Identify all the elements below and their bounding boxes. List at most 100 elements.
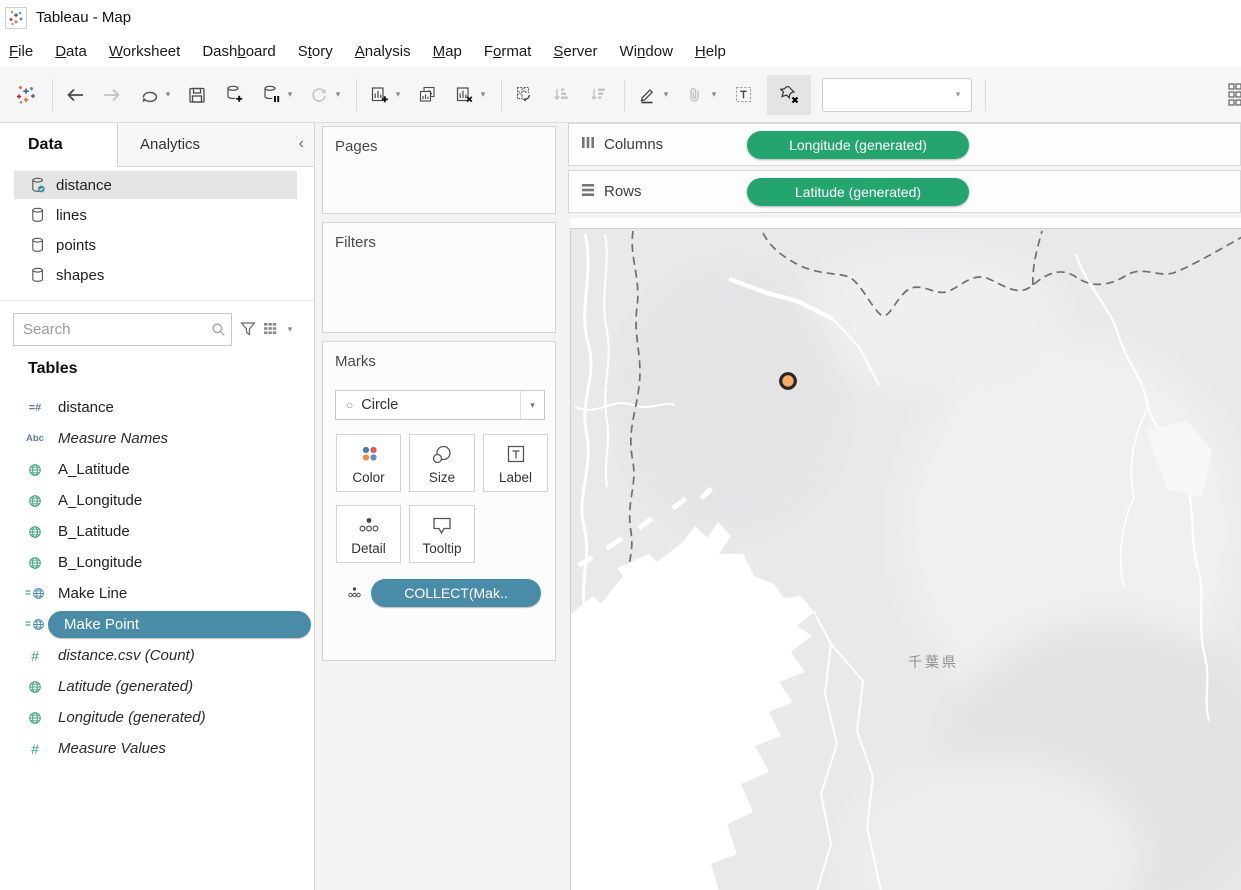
- undo-icon[interactable]: [62, 80, 88, 110]
- map-canvas[interactable]: 千葉県: [570, 228, 1241, 890]
- menu-worksheet[interactable]: Worksheet: [109, 43, 180, 60]
- menu-story[interactable]: Story: [298, 43, 333, 60]
- menu-format[interactable]: Format: [484, 43, 532, 60]
- size-button[interactable]: Size: [409, 434, 475, 492]
- label-button[interactable]: Label: [483, 434, 548, 492]
- detail-button[interactable]: Detail: [336, 505, 401, 563]
- fit-selector[interactable]: ▾: [822, 78, 972, 112]
- datasource-item-points[interactable]: points: [0, 230, 314, 260]
- label-icon: [484, 444, 547, 465]
- window-title: Tableau - Map: [36, 9, 131, 26]
- tab-data[interactable]: Data: [0, 123, 118, 167]
- sort-ascending-icon[interactable]: [548, 80, 574, 110]
- datasource-item-lines[interactable]: lines: [0, 200, 314, 230]
- fit-selector-caret[interactable]: ▾: [953, 89, 963, 100]
- field-list: =# distance Abc Measure Names A_Latitude…: [0, 392, 314, 764]
- view-options-icon[interactable]: ▾: [263, 322, 295, 336]
- show-mark-labels-icon[interactable]: [730, 80, 756, 110]
- datasource-item-distance[interactable]: distance: [0, 170, 314, 200]
- detail-icon: [337, 515, 400, 537]
- view-options-caret[interactable]: ▾: [285, 324, 295, 335]
- calculated-globe-icon: =: [24, 587, 46, 600]
- field-make-line[interactable]: = Make Line: [0, 578, 314, 609]
- field-a-longitude[interactable]: A_Longitude: [0, 485, 314, 516]
- replay-animation-icon[interactable]: [136, 80, 162, 110]
- field-measure-names[interactable]: Abc Measure Names: [0, 423, 314, 454]
- new-worksheet-icon[interactable]: [366, 80, 392, 110]
- collect-pill[interactable]: COLLECT(Mak..: [371, 579, 541, 607]
- field-b-longitude[interactable]: B_Longitude: [0, 547, 314, 578]
- datasource-label: shapes: [56, 267, 104, 284]
- datasource-label: points: [56, 237, 96, 254]
- menu-file[interactable]: File: [9, 43, 33, 60]
- clear-sheet-dropdown-caret[interactable]: ▾: [478, 89, 488, 100]
- datasource-label: lines: [56, 207, 87, 224]
- pages-shelf[interactable]: Pages: [322, 126, 556, 214]
- mark-type-caret[interactable]: ▾: [520, 391, 544, 419]
- columns-pill-longitude[interactable]: Longitude (generated): [747, 131, 969, 159]
- database-icon: [31, 237, 45, 253]
- tableau-logo-icon[interactable]: [13, 80, 39, 110]
- search-input[interactable]: [13, 313, 232, 346]
- tab-analytics-label: Analytics: [140, 136, 200, 153]
- refresh-datasource-icon[interactable]: [306, 80, 332, 110]
- field-distance[interactable]: =# distance: [0, 392, 314, 423]
- datasource-list: distance lines points shapes: [0, 170, 314, 290]
- menubar: File Data Worksheet Dashboard Story Anal…: [0, 35, 1241, 67]
- sort-descending-icon[interactable]: [585, 80, 611, 110]
- datasource-label: distance: [56, 177, 112, 194]
- search-icon: [211, 322, 226, 342]
- tooltip-button[interactable]: Tooltip: [409, 505, 475, 563]
- duplicate-sheet-icon[interactable]: [414, 80, 440, 110]
- new-datasource-icon[interactable]: [221, 80, 247, 110]
- menu-window[interactable]: Window: [620, 43, 673, 60]
- swap-rows-columns-icon[interactable]: [511, 80, 537, 110]
- color-icon: [337, 444, 400, 464]
- number-icon: #: [24, 741, 46, 757]
- filter-fields-icon[interactable]: [239, 320, 257, 343]
- pause-updates-dropdown-caret[interactable]: ▾: [285, 89, 295, 100]
- rows-pill-latitude[interactable]: Latitude (generated): [747, 178, 969, 206]
- menu-server[interactable]: Server: [553, 43, 597, 60]
- group-members-icon[interactable]: [682, 80, 708, 110]
- new-worksheet-dropdown-caret[interactable]: ▾: [393, 89, 403, 100]
- field-longitude-generated[interactable]: Longitude (generated): [0, 702, 314, 733]
- menu-analysis[interactable]: Analysis: [355, 43, 411, 60]
- fix-axes-icon[interactable]: [767, 75, 811, 115]
- field-distance-csv-count[interactable]: # distance.csv (Count): [0, 640, 314, 671]
- menu-help[interactable]: Help: [695, 43, 726, 60]
- data-pane: Data Analytics ‹ distance lines points s…: [0, 123, 315, 890]
- rows-label: Rows: [604, 183, 642, 200]
- replay-dropdown-caret[interactable]: ▾: [163, 89, 173, 100]
- field-latitude-generated[interactable]: Latitude (generated): [0, 671, 314, 702]
- pause-auto-updates-icon[interactable]: [258, 80, 284, 110]
- globe-icon: [24, 525, 46, 539]
- globe-icon: [24, 556, 46, 570]
- field-make-point[interactable]: = Make Point: [0, 609, 314, 640]
- menu-dashboard[interactable]: Dashboard: [202, 43, 275, 60]
- field-a-latitude[interactable]: A_Latitude: [0, 454, 314, 485]
- color-button[interactable]: Color: [336, 434, 401, 492]
- group-dropdown-caret[interactable]: ▾: [709, 89, 719, 100]
- menu-data[interactable]: Data: [55, 43, 87, 60]
- save-icon[interactable]: [184, 80, 210, 110]
- field-b-latitude[interactable]: B_Latitude: [0, 516, 314, 547]
- datasource-item-shapes[interactable]: shapes: [0, 260, 314, 290]
- filters-shelf[interactable]: Filters: [322, 222, 556, 333]
- tab-analytics[interactable]: Analytics ‹: [118, 123, 314, 167]
- tableau-window: Tableau - Map File Data Worksheet Dashbo…: [0, 0, 1241, 890]
- redo-icon[interactable]: [99, 80, 125, 110]
- columns-shelf[interactable]: Columns Longitude (generated): [568, 123, 1241, 166]
- highlight-icon[interactable]: [634, 80, 660, 110]
- map-marker[interactable]: [781, 374, 796, 389]
- refresh-dropdown-caret[interactable]: ▾: [333, 89, 343, 100]
- mark-type-dropdown[interactable]: ○ Circle ▾: [335, 390, 545, 420]
- selected-field-pill[interactable]: Make Point: [48, 611, 311, 638]
- rows-shelf[interactable]: Rows Latitude (generated): [568, 170, 1241, 213]
- highlight-dropdown-caret[interactable]: ▾: [661, 89, 671, 100]
- clear-sheet-icon[interactable]: [451, 80, 477, 110]
- field-measure-values[interactable]: # Measure Values: [0, 733, 314, 764]
- collapse-pane-icon[interactable]: ‹: [299, 135, 304, 153]
- menu-map[interactable]: Map: [433, 43, 462, 60]
- show-me-icon[interactable]: [1228, 80, 1241, 115]
